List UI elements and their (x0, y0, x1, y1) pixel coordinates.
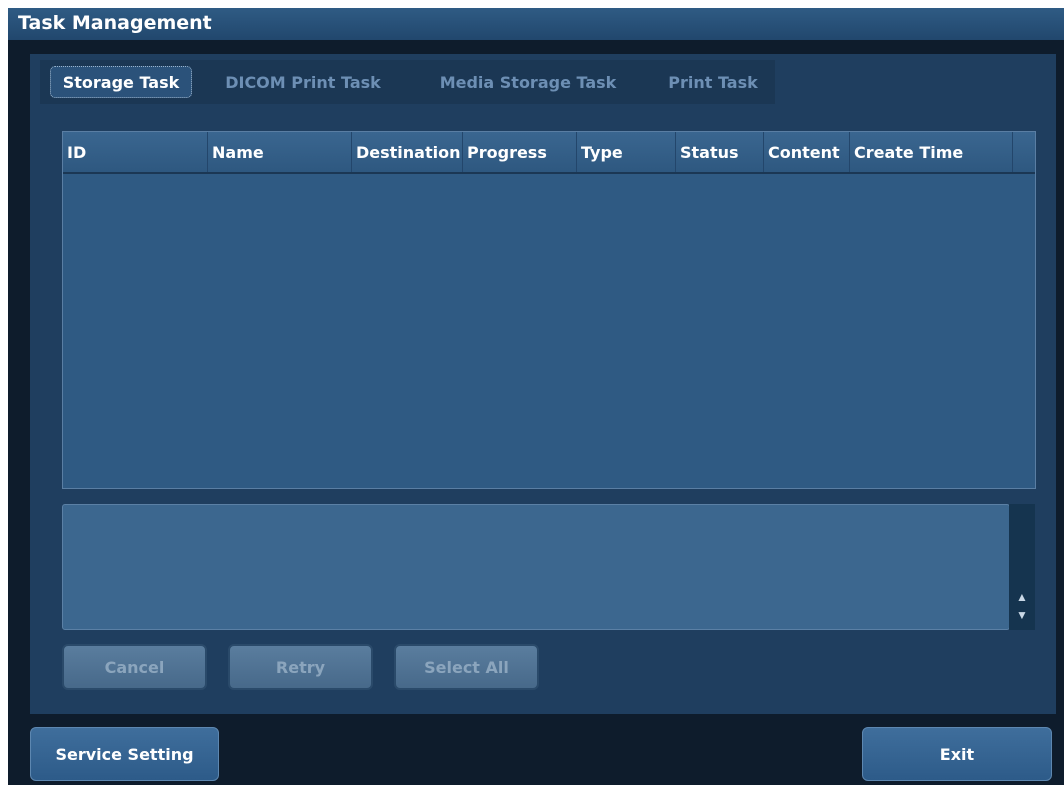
task-table[interactable]: ID Name Destination Progress Type Status… (62, 131, 1036, 489)
tab-bar: Storage Task DICOM Print Task Media Stor… (40, 60, 775, 104)
column-header-content[interactable]: Content (764, 132, 850, 172)
message-scrollbar[interactable]: ▲ ▼ (1009, 504, 1035, 630)
cancel-button[interactable]: Cancel (62, 644, 207, 690)
column-header-name[interactable]: Name (208, 132, 352, 172)
column-header-progress[interactable]: Progress (463, 132, 577, 172)
service-setting-button[interactable]: Service Setting (30, 727, 219, 781)
select-all-button[interactable]: Select All (394, 644, 539, 690)
column-header-status[interactable]: Status (676, 132, 764, 172)
message-box (62, 504, 1010, 630)
table-header: ID Name Destination Progress Type Status… (63, 132, 1035, 174)
column-header-create-time[interactable]: Create Time (850, 132, 1013, 172)
tab-media-storage-task[interactable]: Media Storage Task (432, 60, 624, 104)
table-body (63, 174, 1035, 488)
tab-print-task[interactable]: Print Task (662, 60, 764, 104)
tab-dicom-print-task[interactable]: DICOM Print Task (218, 60, 388, 104)
title-bar: Task Management (8, 8, 1064, 40)
retry-button[interactable]: Retry (228, 644, 373, 690)
tab-storage-task[interactable]: Storage Task (50, 66, 192, 98)
column-header-destination[interactable]: Destination (352, 132, 463, 172)
window-title: Task Management (18, 12, 212, 34)
arrow-down-icon[interactable]: ▼ (1013, 608, 1031, 622)
arrow-up-icon[interactable]: ▲ (1013, 590, 1031, 604)
task-management-window: Task Management Storage Task DICOM Print… (8, 8, 1064, 785)
column-header-type[interactable]: Type (577, 132, 676, 172)
exit-button[interactable]: Exit (862, 727, 1052, 781)
column-header-id[interactable]: ID (63, 132, 208, 172)
task-panel: Storage Task DICOM Print Task Media Stor… (30, 54, 1056, 714)
